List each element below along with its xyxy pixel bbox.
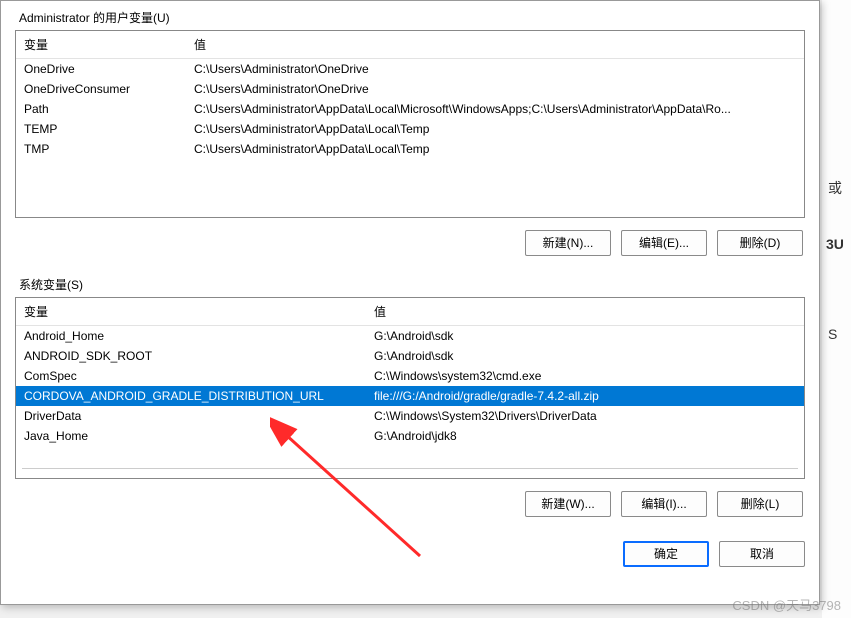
var-name: ANDROID_SDK_ROOT [16,346,366,366]
table-row[interactable]: Android_HomeG:\Android\sdk [16,326,804,346]
var-name: Android_Home [16,326,366,346]
var-value: C:\Users\Administrator\OneDrive [186,59,804,79]
edit-system-var-button[interactable]: 编辑(I)... [621,491,707,517]
table-row[interactable]: OneDriveC:\Users\Administrator\OneDrive [16,59,804,79]
var-value: C:\Users\Administrator\AppData\Local\Tem… [186,139,804,159]
var-value: G:\Android\sdk [366,326,804,346]
horizontal-scrollbar[interactable] [22,468,798,476]
table-row[interactable]: DriverDataC:\Windows\System32\Drivers\Dr… [16,406,804,426]
user-variables-listbox[interactable]: 变量 值 OneDriveC:\Users\Administrator\OneD… [15,30,805,218]
var-name: TEMP [16,119,186,139]
column-variable[interactable]: 变量 [16,31,186,58]
var-name: ComSpec [16,366,366,386]
system-buttons: 新建(W)... 编辑(I)... 删除(L) [15,491,803,517]
system-variables-group: 系统变量(S) 变量 值 Android_HomeG:\Android\sdkA… [15,274,805,517]
table-row[interactable]: OneDriveConsumerC:\Users\Administrator\O… [16,79,804,99]
bg-text: 或 [828,178,842,198]
column-value[interactable]: 值 [186,31,804,58]
column-value[interactable]: 值 [366,298,804,325]
table-row[interactable]: PathC:\Users\Administrator\AppData\Local… [16,99,804,119]
var-name: Path [16,99,186,119]
bg-text: S [828,326,837,342]
var-value: C:\Windows\system32\cmd.exe [366,366,804,386]
table-row[interactable]: TMPC:\Users\Administrator\AppData\Local\… [16,139,804,159]
system-variables-listbox[interactable]: 变量 值 Android_HomeG:\Android\sdkANDROID_S… [15,297,805,479]
var-name: CORDOVA_ANDROID_GRADLE_DISTRIBUTION_URL [16,386,366,406]
var-value: C:\Windows\System32\Drivers\DriverData [366,406,804,426]
var-name: Java_Home [16,426,366,446]
user-buttons: 新建(N)... 编辑(E)... 删除(D) [15,230,803,256]
bg-text: 3U [826,236,844,252]
var-value: file:///G:/Android/gradle/gradle-7.4.2-a… [366,386,804,406]
delete-system-var-button[interactable]: 删除(L) [717,491,803,517]
dialog-footer: 确定 取消 [15,541,805,567]
new-system-var-button[interactable]: 新建(W)... [525,491,611,517]
new-user-var-button[interactable]: 新建(N)... [525,230,611,256]
var-value: C:\Users\Administrator\AppData\Local\Tem… [186,119,804,139]
edit-user-var-button[interactable]: 编辑(E)... [621,230,707,256]
system-variables-label: 系统变量(S) [15,274,805,297]
user-variables-body[interactable]: OneDriveC:\Users\Administrator\OneDriveO… [16,59,804,217]
watermark: CSDN @天马3798 [732,595,841,614]
var-value: C:\Users\Administrator\OneDrive [186,79,804,99]
environment-variables-dialog: Administrator 的用户变量(U) 变量 值 OneDriveC:\U… [0,0,820,605]
system-variables-body[interactable]: Android_HomeG:\Android\sdkANDROID_SDK_RO… [16,326,804,468]
user-variables-group: Administrator 的用户变量(U) 变量 值 OneDriveC:\U… [15,7,805,256]
var-name: OneDriveConsumer [16,79,186,99]
table-row[interactable]: CORDOVA_ANDROID_GRADLE_DISTRIBUTION_URLf… [16,386,804,406]
delete-user-var-button[interactable]: 删除(D) [717,230,803,256]
table-row[interactable]: ComSpecC:\Windows\system32\cmd.exe [16,366,804,386]
list-header: 变量 值 [16,31,804,59]
cancel-button[interactable]: 取消 [719,541,805,567]
var-value: G:\Android\sdk [366,346,804,366]
list-header: 变量 值 [16,298,804,326]
column-variable[interactable]: 变量 [16,298,366,325]
background-panel: 或 3U S [822,0,851,618]
table-row[interactable]: Java_HomeG:\Android\jdk8 [16,426,804,446]
var-value: G:\Android\jdk8 [366,426,804,446]
var-name: TMP [16,139,186,159]
var-value: C:\Users\Administrator\AppData\Local\Mic… [186,99,804,119]
ok-button[interactable]: 确定 [623,541,709,567]
var-name: OneDrive [16,59,186,79]
table-row[interactable]: TEMPC:\Users\Administrator\AppData\Local… [16,119,804,139]
user-variables-label: Administrator 的用户变量(U) [15,7,805,30]
var-name: DriverData [16,406,366,426]
table-row[interactable]: ANDROID_SDK_ROOTG:\Android\sdk [16,346,804,366]
